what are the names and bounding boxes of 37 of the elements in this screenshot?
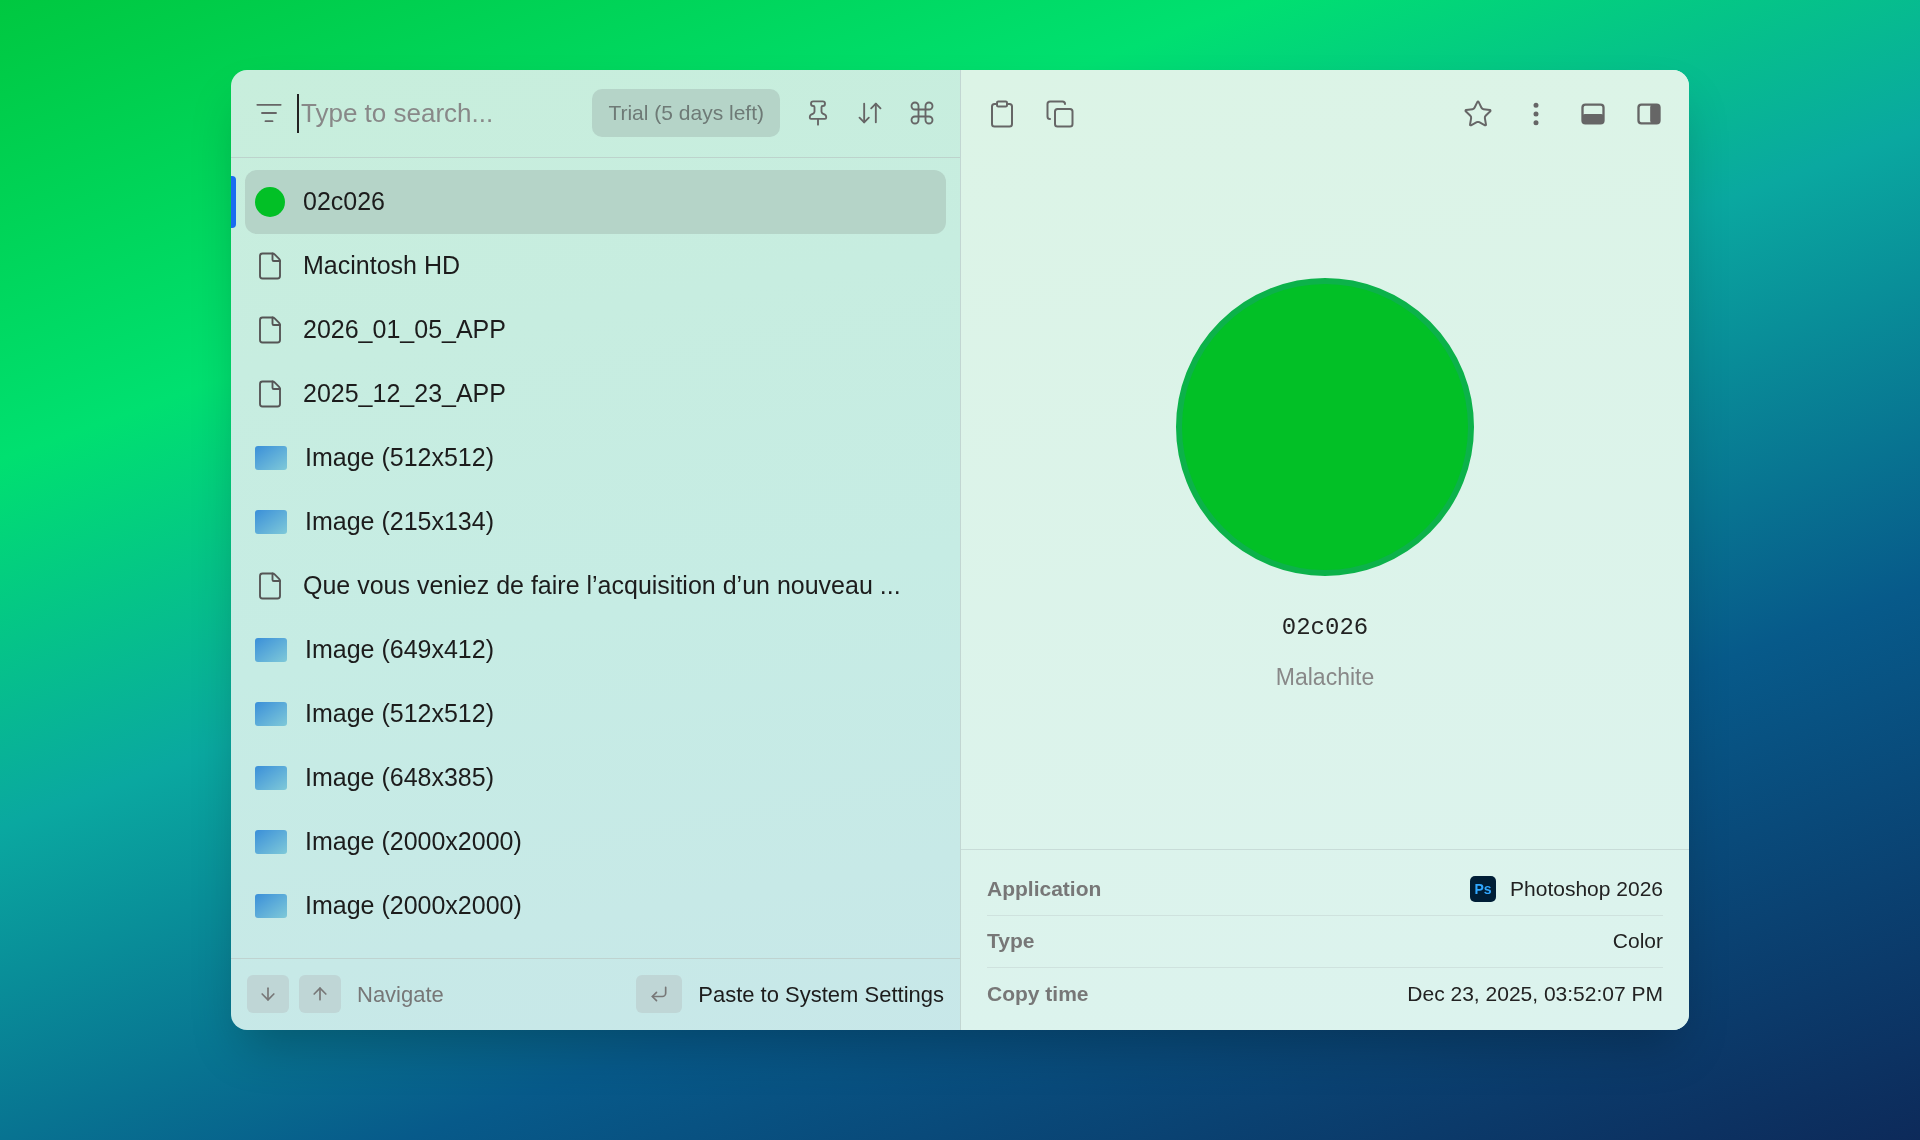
clipboard-item[interactable]: Image (649x412) [245,617,946,682]
clipboard-item[interactable]: Image (2000x2000) [245,873,946,938]
clipboard-item[interactable]: Image (648x385) [245,745,946,810]
clipboard-item[interactable]: Que vous veniez de faire l’acquisition d’un nouveau ... [245,553,946,618]
clipboard-item[interactable]: Image (2000x2000) [245,809,946,874]
search-field[interactable]: Type to search... [297,93,579,133]
detail-value: Dec 23, 2025, 03:52:07 PM [1407,980,1663,1007]
detail-label: Application [987,876,1102,903]
command-icon[interactable] [908,99,936,127]
image-thumbnail [255,509,287,534]
color-name: Malachite [1275,662,1375,692]
color-code: 02c026 [1281,612,1369,643]
clipboard-item[interactable]: 02c026 [245,169,946,234]
image-thumbnail [255,445,287,470]
clipboard-item[interactable]: Image (512x512) [245,681,946,746]
app-badge-icon: Ps [1470,876,1497,902]
detail-value: Color [1612,928,1663,955]
paste-action-label[interactable]: Paste to System Settings [698,977,944,1011]
detail-value: Photoshop 2026 [1510,876,1663,903]
favorite-star-icon[interactable] [1463,98,1493,129]
clipboard-item[interactable]: Image (512x512) [245,425,946,490]
copy-icon[interactable] [1045,98,1075,129]
return-icon [649,984,670,1004]
image-thumbnail [255,637,287,662]
clipboard-item[interactable]: Macintosh HD [245,233,946,298]
selection-indicator [231,175,236,228]
clipboard-item[interactable]: Image (215x134) [245,489,946,554]
image-thumbnail [255,893,287,918]
image-thumbnail [255,765,287,790]
trial-badge: Trial (5 days left) [592,89,780,137]
detail-label: Copy time [987,980,1089,1007]
clipboard-item[interactable]: 2026_01_05_APP [245,297,946,362]
navigate-label: Navigate [357,980,444,1009]
detail-label: Type [987,928,1035,955]
clipboard-item[interactable]: 2025_12_23_APP [245,361,946,426]
image-thumbnail [255,829,287,854]
image-thumbnail [255,701,287,726]
